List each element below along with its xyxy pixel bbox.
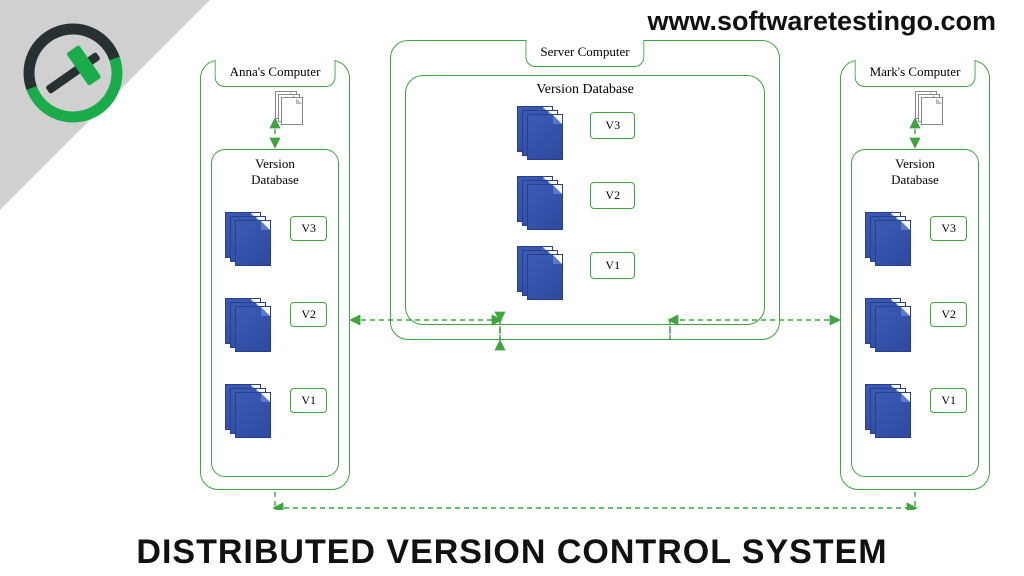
page-root: www.softwaretestingo.com DISTRIBUTED VER… [0,0,1024,576]
site-url: www.softwaretestingo.com [647,6,996,37]
version-label: V2 [290,302,327,327]
version-label: V3 [590,112,635,139]
version-label: V1 [590,252,635,279]
client-title-tab: Anna's Computer [215,60,336,87]
files-stack-icon [865,298,911,354]
version-entry: V2 [517,176,617,228]
version-label: V3 [290,216,327,241]
version-entry: V1 [517,246,617,298]
db-label: VersionDatabase [852,156,978,187]
files-stack-icon [865,384,911,440]
client-panel-mark: Mark's Computer VersionDatabase V3 V2 [840,60,990,490]
files-stack-icon [225,384,271,440]
version-entry: V3 [225,212,325,268]
files-stack-icon [865,212,911,268]
version-entry: V1 [865,384,965,440]
server-panel: Server Computer Version Database V3 V2 V… [390,40,780,340]
version-entry: V3 [865,212,965,268]
version-label: V1 [290,388,327,413]
version-database-box: VersionDatabase V3 V2 V1 [851,149,979,477]
version-entry: V1 [225,384,325,440]
server-title-tab: Server Computer [525,40,644,67]
files-stack-icon [517,246,563,302]
site-logo-icon [18,18,128,128]
files-stack-icon [517,176,563,232]
version-entry: V2 [225,298,325,354]
version-label: V2 [590,182,635,209]
diagram-canvas: Anna's Computer VersionDatabase V3 V2 [200,40,990,510]
version-entry: V2 [865,298,965,354]
version-label: V3 [930,216,967,241]
version-label: V1 [930,388,967,413]
files-stack-icon [517,106,563,162]
db-label: Version Database [406,82,764,98]
version-label: V2 [930,302,967,327]
files-stack-icon [225,298,271,354]
db-label: VersionDatabase [212,156,338,187]
client-title-tab: Mark's Computer [855,60,976,87]
version-entry: V3 [517,106,617,158]
version-database-box: VersionDatabase V3 V2 V1 [211,149,339,477]
files-stack-icon [225,212,271,268]
diagram-title: DISTRIBUTED VERSION CONTROL SYSTEM [0,533,1024,572]
client-panel-anna: Anna's Computer VersionDatabase V3 V2 [200,60,350,490]
server-version-database-box: Version Database V3 V2 V1 [405,75,765,325]
